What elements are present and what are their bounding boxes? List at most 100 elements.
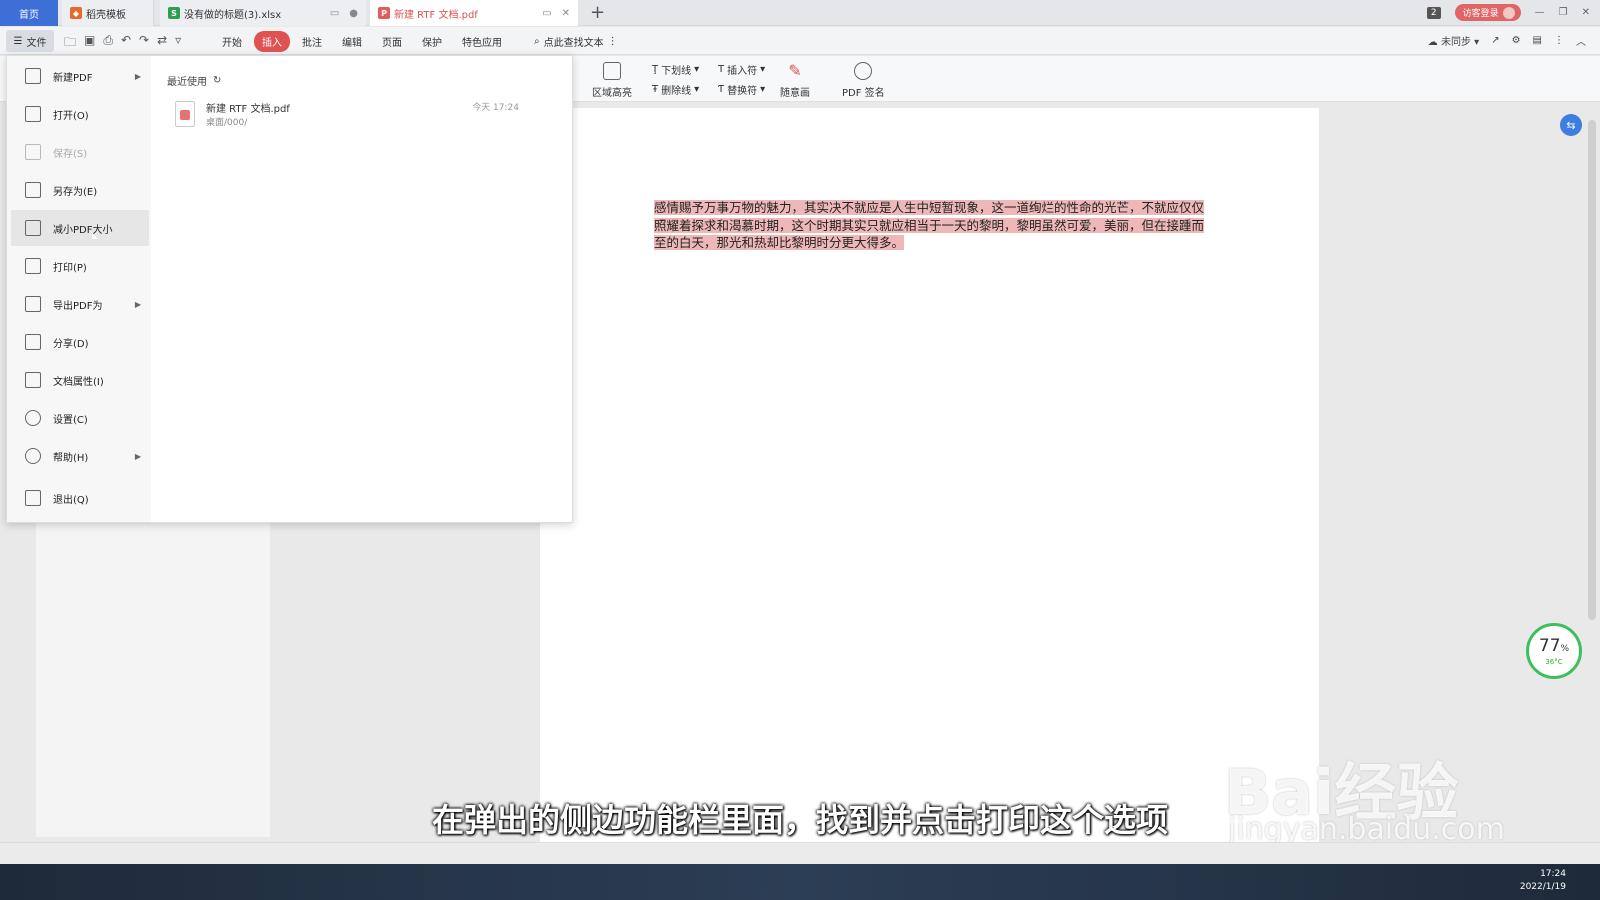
share-icon: [25, 334, 41, 350]
video-subtitle: 在弹出的侧边功能栏里面，找到并点击打印这个选项: [431, 801, 1168, 839]
file-menu-list: 新建PDF ▶ 打开(O) 保存(S) 另存为(E) 减小PDF大小 打印(P) …: [7, 56, 151, 522]
menu-item-new-pdf[interactable]: 新建PDF ▶: [11, 58, 149, 94]
insert-symbol-button[interactable]: T 插入符 ▾: [718, 62, 765, 77]
new-tab-button[interactable]: +: [590, 2, 605, 23]
insert-symbol-label: 插入符: [727, 66, 758, 77]
monitor-icon[interactable]: ▭: [330, 8, 339, 19]
tab-home[interactable]: 首页: [0, 0, 58, 26]
close-window-icon[interactable]: ✕: [1582, 7, 1590, 18]
tab-pdf[interactable]: P 新建 RTF 文档.pdf ▭ ✕: [370, 0, 578, 26]
menu-item-label: 帮助(H): [53, 452, 89, 464]
menu-item-settings[interactable]: 设置(C): [11, 400, 149, 436]
find-text-box[interactable]: ⌕ 点此查找文本 ⋮: [534, 34, 618, 49]
menu-item-save-as[interactable]: 另存为(E): [11, 172, 149, 208]
menu-item-label: 文档属性(I): [53, 376, 104, 388]
pdf-sign-button[interactable]: PDF 签名: [842, 62, 885, 99]
redo-icon[interactable]: ↷: [139, 33, 149, 54]
collapse-ribbon-icon[interactable]: ︿: [1576, 33, 1586, 48]
convert-icon[interactable]: ⇄: [157, 33, 167, 54]
close-tab-icon[interactable]: ✕: [562, 8, 570, 19]
taskbar-clock[interactable]: 17:24 2022/1/19: [1520, 868, 1566, 894]
document-text[interactable]: 感情赐予万事万物的魅力，其实决不就应是人生中短暂现象，这一道绚烂的性命的光芒，不…: [654, 199, 1207, 252]
menu-page[interactable]: 页面: [374, 31, 410, 52]
menu-item-share[interactable]: 分享(D): [11, 324, 149, 360]
taskbar-time: 17:24: [1540, 869, 1566, 879]
main-menus: 开始 插入 批注 编辑 页面 保护 特色应用: [214, 31, 510, 52]
refresh-icon[interactable]: ↻: [213, 75, 221, 86]
menu-item-help[interactable]: 帮助(H) ▶: [11, 438, 149, 474]
minimize-icon[interactable]: —: [1535, 7, 1545, 18]
menu-item-export[interactable]: 导出PDF为 ▶: [11, 286, 149, 322]
menu-item-label: 减小PDF大小: [53, 224, 113, 236]
window-count-badge[interactable]: 2: [1426, 6, 1441, 19]
menu-item-label: 新建PDF: [53, 72, 93, 84]
freehand-button[interactable]: ✎ 随意画: [780, 62, 810, 100]
document-properties-icon: [25, 372, 41, 388]
menu-item-properties[interactable]: 文档属性(I): [11, 362, 149, 398]
tab-template[interactable]: ◆ 稻壳模板: [62, 0, 154, 26]
more-options-icon[interactable]: ⋮: [1554, 35, 1564, 46]
area-highlight-button[interactable]: 区域高亮: [592, 62, 632, 99]
menu-item-label: 导出PDF为: [53, 300, 103, 312]
share-icon[interactable]: ↗: [1491, 35, 1499, 46]
menu-start[interactable]: 开始: [214, 31, 250, 52]
save-icon[interactable]: ▣: [84, 33, 95, 54]
login-button[interactable]: 访客登录: [1454, 4, 1521, 21]
taskbar-date: 2022/1/19: [1519, 882, 1566, 892]
tab-xlsx[interactable]: S 没有做的标题(3).xlsx ▭ ●: [160, 0, 366, 26]
gear-icon: [25, 410, 41, 426]
chevron-right-icon: ▶: [134, 299, 141, 309]
gauge-percent: 77: [1538, 635, 1561, 656]
menu-annotate[interactable]: 批注: [294, 31, 330, 52]
underline-button[interactable]: Ţ 下划线 ▾: [652, 62, 699, 77]
menu-special[interactable]: 特色应用: [454, 31, 510, 52]
printer-icon: [25, 258, 41, 274]
menu-item-print[interactable]: 打印(P): [11, 248, 149, 284]
monitor-icon[interactable]: ▭: [542, 8, 551, 19]
menu-item-reduce-size[interactable]: 减小PDF大小: [11, 210, 149, 246]
menu-item-label: 分享(D): [53, 338, 89, 350]
export-icon: [25, 296, 41, 312]
menu-edit[interactable]: 编辑: [334, 31, 370, 52]
menu-bar-right: ☁ 未同步 ▾ ↗ ⚙ ▤ ⋮ ︿: [1428, 33, 1586, 48]
translate-float-icon[interactable]: ⇆: [1560, 114, 1582, 136]
thumbnail-panel: [36, 515, 270, 837]
undo-icon[interactable]: ↶: [121, 33, 131, 54]
tab-template-label: 稻壳模板: [86, 9, 126, 21]
menu-item-label: 设置(C): [53, 414, 88, 426]
cloud-icon: ☁: [1427, 37, 1438, 48]
menu-protect[interactable]: 保护: [414, 31, 450, 52]
recent-file-row[interactable]: 新建 RTF 文档.pdf 桌面/000/ 今天 17:24: [169, 98, 519, 132]
text-underline-icon: Ţ: [652, 64, 659, 75]
underline-label: 下划线: [661, 66, 692, 77]
menu-insert[interactable]: 插入: [254, 31, 290, 52]
vertical-scrollbar[interactable]: [1588, 120, 1596, 620]
print-icon[interactable]: ⎙: [103, 33, 113, 54]
comment-icon[interactable]: ▤: [1533, 35, 1542, 46]
save-as-icon: [25, 182, 41, 198]
gauge-unit: %: [1560, 643, 1570, 654]
recent-file-path: 桌面/000/: [206, 118, 248, 128]
sync-status[interactable]: ☁ 未同步 ▾: [1428, 33, 1479, 48]
pdf-icon: P: [378, 7, 390, 19]
menu-item-open[interactable]: 打开(O): [11, 96, 149, 132]
menu-item-exit[interactable]: 退出(Q): [11, 480, 149, 516]
mouse-cursor-icon: [92, 233, 98, 239]
menu-item-label: 打印(P): [53, 262, 87, 274]
restore-icon[interactable]: ❐: [1559, 7, 1568, 18]
menu-bar: ☰ 文件 🗀 ▣ ⎙ ↶ ↷ ⇄ ▿ 开始 插入 批注 编辑 页面 保护 特色应…: [0, 27, 1600, 55]
menu-item-label: 另存为(E): [53, 186, 98, 198]
gear-icon[interactable]: ⚙: [1512, 35, 1521, 46]
insert-symbol-icon: T: [718, 64, 725, 75]
dot-icon: ●: [349, 7, 358, 19]
menu-item-save: 保存(S): [11, 134, 149, 170]
performance-gauge[interactable]: 77% 36°C: [1526, 623, 1582, 679]
strikethrough-button[interactable]: Ŧ 删除线 ▾: [652, 82, 699, 97]
area-highlight-label: 区域高亮: [592, 88, 632, 99]
file-menu-button[interactable]: ☰ 文件: [6, 30, 54, 52]
open-folder-icon[interactable]: 🗀: [64, 33, 76, 54]
chevron-down-icon[interactable]: ▿: [175, 33, 181, 54]
strikethrough-label: 删除线: [661, 86, 692, 97]
highlighted-paragraph: 感情赐予万事万物的魅力，其实决不就应是人生中短暂现象，这一道绚烂的性命的光芒，不…: [654, 200, 1205, 250]
replace-symbol-button[interactable]: Ƭ 替换符 ▾: [718, 82, 765, 97]
